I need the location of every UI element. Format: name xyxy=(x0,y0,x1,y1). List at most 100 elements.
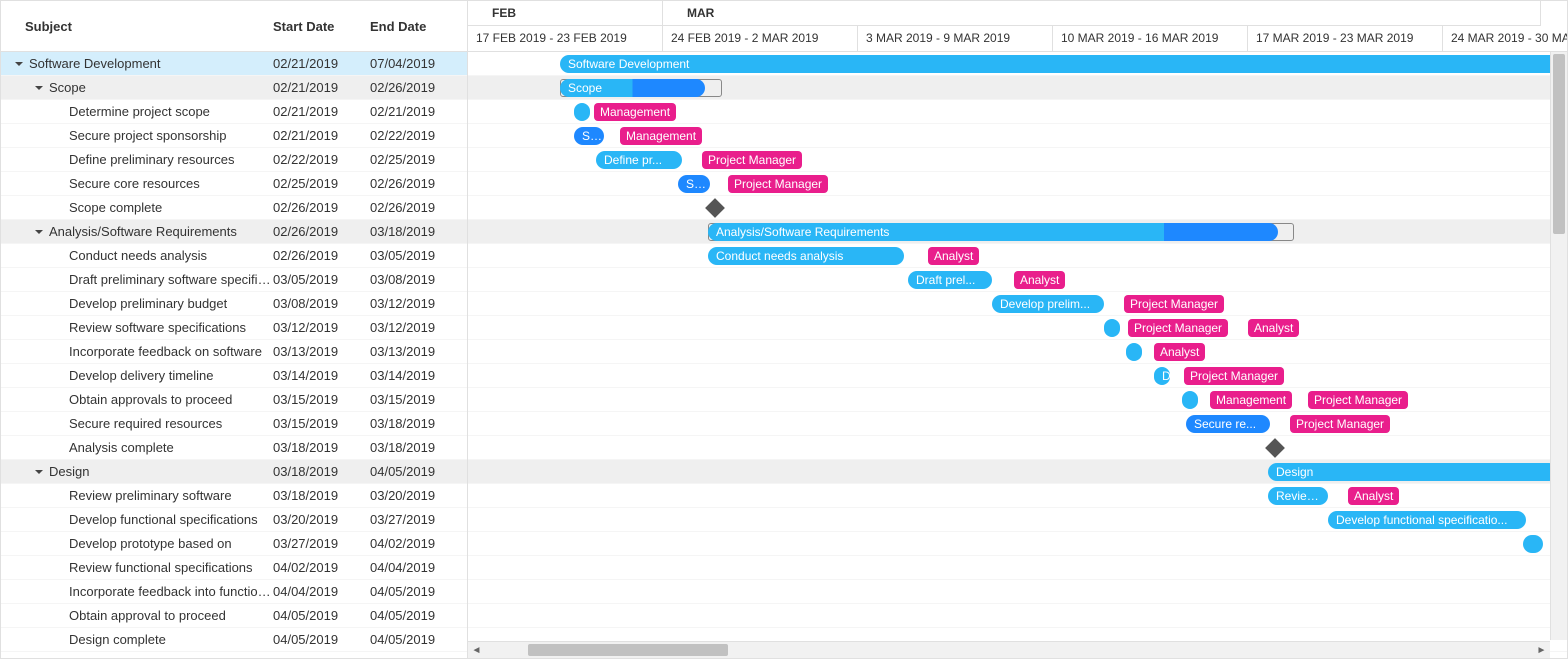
table-row[interactable]: Scope complete02/26/201902/26/2019 xyxy=(1,196,467,220)
gantt-bar[interactable]: Review ... xyxy=(1268,487,1328,505)
table-row[interactable]: Incorporate feedback on software03/13/20… xyxy=(1,340,467,364)
gantt-bar[interactable]: Conduct needs analysis xyxy=(708,247,904,265)
scroll-left-icon[interactable]: ◄ xyxy=(468,642,485,659)
gantt-bar[interactable]: Secure re... xyxy=(1186,415,1270,433)
subject-text: Secure project sponsorship xyxy=(69,128,227,143)
start-date-cell: 02/26/2019 xyxy=(273,248,370,263)
table-row[interactable]: Develop prototype based on03/27/201904/0… xyxy=(1,532,467,556)
gantt-bar[interactable]: Draft prel... xyxy=(908,271,992,289)
subject-text: Define preliminary resources xyxy=(69,152,234,167)
table-row[interactable]: Obtain approval to proceed04/05/201904/0… xyxy=(1,604,467,628)
expand-caret-icon[interactable] xyxy=(33,82,45,94)
vertical-scrollbar[interactable] xyxy=(1550,52,1567,640)
subject-text: Design xyxy=(49,464,89,479)
expand-caret-icon[interactable] xyxy=(13,58,25,70)
subject-text: Analysis complete xyxy=(69,440,174,455)
end-date-cell: 03/14/2019 xyxy=(370,368,467,383)
table-row[interactable]: Develop delivery timeline03/14/201903/14… xyxy=(1,364,467,388)
table-row[interactable]: Develop functional specifications03/20/2… xyxy=(1,508,467,532)
timeline-row: Design xyxy=(468,460,1567,484)
expand-caret-icon[interactable] xyxy=(33,226,45,238)
gantt-bar[interactable] xyxy=(1126,343,1142,361)
gantt-bar[interactable]: D xyxy=(1154,367,1170,385)
end-date-cell: 03/12/2019 xyxy=(370,320,467,335)
milestone-icon[interactable] xyxy=(1265,438,1285,458)
table-row[interactable]: Design03/18/201904/05/2019 xyxy=(1,460,467,484)
vertical-scrollbar-thumb[interactable] xyxy=(1553,54,1565,234)
start-date-cell: 02/21/2019 xyxy=(273,80,370,95)
timeline-row: Conduct needs analysisAnalyst xyxy=(468,244,1567,268)
resource-label: Management xyxy=(594,103,676,121)
start-date-cell: 02/21/2019 xyxy=(273,104,370,119)
gantt-container: Subject Start Date End Date Software Dev… xyxy=(0,0,1568,659)
subject-text: Analysis/Software Requirements xyxy=(49,224,237,239)
table-row[interactable]: Incorporate feedback into functional04/0… xyxy=(1,580,467,604)
gantt-bar[interactable]: Design xyxy=(1268,463,1558,481)
resource-label: Management xyxy=(1210,391,1292,409)
resource-label: Management xyxy=(620,127,702,145)
resource-label: Project Manager xyxy=(1184,367,1284,385)
horizontal-scrollbar-thumb[interactable] xyxy=(528,644,728,656)
gantt-bar[interactable]: Se... xyxy=(678,175,710,193)
subject-text: Incorporate feedback on software xyxy=(69,344,262,359)
gantt-bar[interactable] xyxy=(1182,391,1198,409)
table-row[interactable]: Software Development02/21/201907/04/2019 xyxy=(1,52,467,76)
table-row[interactable]: Analysis complete03/18/201903/18/2019 xyxy=(1,436,467,460)
table-row[interactable]: Define preliminary resources02/22/201902… xyxy=(1,148,467,172)
timeline-row xyxy=(468,604,1567,628)
expand-caret-icon[interactable] xyxy=(33,466,45,478)
table-row[interactable]: Determine project scope02/21/201902/21/2… xyxy=(1,100,467,124)
table-row[interactable]: Obtain approvals to proceed03/15/201903/… xyxy=(1,388,467,412)
milestone-icon[interactable] xyxy=(705,198,725,218)
timeline-row: Se...Project Manager xyxy=(468,172,1567,196)
table-row[interactable]: Review preliminary software03/18/201903/… xyxy=(1,484,467,508)
week-header: 3 MAR 2019 - 9 MAR 2019 xyxy=(858,26,1053,51)
grid-body: Software Development02/21/201907/04/2019… xyxy=(1,52,467,658)
start-date-cell: 04/05/2019 xyxy=(273,608,370,623)
table-row[interactable]: Secure required resources03/15/201903/18… xyxy=(1,412,467,436)
header-start-date[interactable]: Start Date xyxy=(273,19,370,34)
gantt-bar[interactable] xyxy=(1104,319,1120,337)
timeline-row: Define pr...Project Manager xyxy=(468,148,1567,172)
start-date-cell: 02/22/2019 xyxy=(273,152,370,167)
timeline-row: Scope xyxy=(468,76,1567,100)
timeline-row: Software Development xyxy=(468,52,1567,76)
table-row[interactable]: Review functional specifications04/02/20… xyxy=(1,556,467,580)
gantt-bar[interactable]: Analysis/Software Requirements xyxy=(708,223,1278,241)
timeline-row: Se... Management xyxy=(468,124,1567,148)
header-subject[interactable]: Subject xyxy=(1,19,273,34)
gantt-bar[interactable]: Scope xyxy=(560,79,705,97)
timeline-row xyxy=(468,436,1567,460)
table-row[interactable]: Secure project sponsorship02/21/201902/2… xyxy=(1,124,467,148)
table-row[interactable]: Develop preliminary budget03/08/201903/1… xyxy=(1,292,467,316)
subject-text: Incorporate feedback into functional xyxy=(69,584,273,599)
table-row[interactable]: Design complete04/05/201904/05/2019 xyxy=(1,628,467,652)
end-date-cell: 03/27/2019 xyxy=(370,512,467,527)
subject-text: Design complete xyxy=(69,632,166,647)
gantt-bar[interactable]: Define pr... xyxy=(596,151,682,169)
timeline-row xyxy=(468,532,1567,556)
gantt-bar[interactable] xyxy=(574,103,590,121)
table-row[interactable]: Review software specifications03/12/2019… xyxy=(1,316,467,340)
timeline-body[interactable]: Software DevelopmentScopeManagementSe...… xyxy=(468,52,1567,658)
subject-text: Conduct needs analysis xyxy=(69,248,207,263)
table-row[interactable]: Conduct needs analysis02/26/201903/05/20… xyxy=(1,244,467,268)
table-row[interactable]: Analysis/Software Requirements02/26/2019… xyxy=(1,220,467,244)
gantt-bar[interactable]: Develop prelim... xyxy=(992,295,1104,313)
table-row[interactable]: Draft preliminary software specification… xyxy=(1,268,467,292)
start-date-cell: 02/21/2019 xyxy=(273,56,370,71)
gantt-bar[interactable] xyxy=(1523,535,1543,553)
gantt-bar[interactable]: Develop functional specificatio... xyxy=(1328,511,1526,529)
end-date-cell: 03/20/2019 xyxy=(370,488,467,503)
month-row: FEBMAR xyxy=(468,1,1567,26)
scroll-right-icon[interactable]: ► xyxy=(1533,642,1550,659)
table-row[interactable]: Secure core resources02/25/201902/26/201… xyxy=(1,172,467,196)
subject-text: Obtain approvals to proceed xyxy=(69,392,232,407)
header-end-date[interactable]: End Date xyxy=(370,19,467,34)
table-row[interactable]: Scope02/21/201902/26/2019 xyxy=(1,76,467,100)
end-date-cell: 03/18/2019 xyxy=(370,440,467,455)
gantt-bar[interactable]: Se... xyxy=(574,127,604,145)
timeline-row: D Project Manager xyxy=(468,364,1567,388)
horizontal-scrollbar[interactable]: ◄ ► xyxy=(468,641,1550,658)
gantt-bar[interactable]: Software Development xyxy=(560,55,1560,73)
